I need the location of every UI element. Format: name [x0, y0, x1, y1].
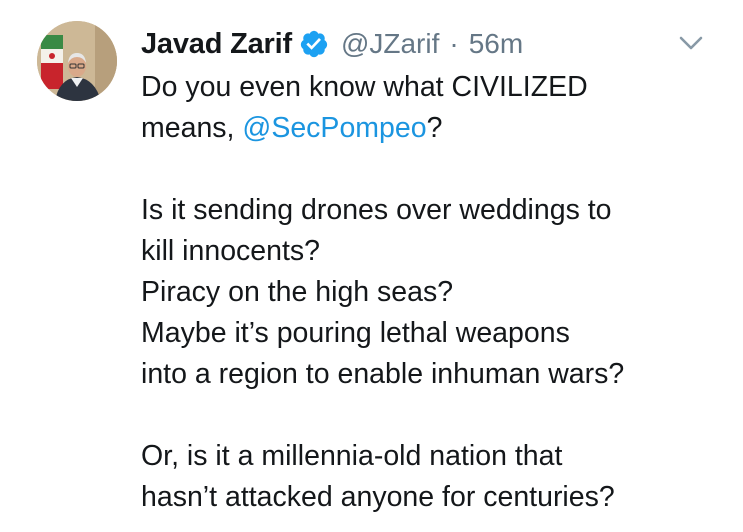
tweet-line: Or, is it a millennia-old nation that: [141, 440, 563, 472]
tweet-line: Maybe it’s pouring lethal weapons: [141, 317, 570, 349]
tweet-line: Piracy on the high seas?: [141, 276, 454, 308]
author-name[interactable]: Javad Zarif: [141, 28, 292, 61]
tweet-line: into a region to enable inhuman wars?: [141, 358, 625, 390]
avatar[interactable]: [37, 21, 117, 101]
tweet-line: means, @SecPompeo?: [141, 108, 731, 149]
tweet-line: hasn’t attacked anyone for centuries?: [141, 481, 615, 513]
tweet-line: kill innocents?: [141, 235, 321, 267]
separator-dot: ·: [449, 28, 459, 59]
tweet[interactable]: Javad Zarif @JZarif · 56m Do you even kn…: [0, 0, 743, 532]
tweet-text: Do you even know what CIVILIZED means, @…: [141, 67, 731, 518]
timestamp[interactable]: 56m: [469, 28, 523, 60]
tweet-line: Is it sending drones over weddings to: [141, 194, 612, 226]
tweet-header: Javad Zarif @JZarif · 56m: [141, 24, 523, 64]
tweet-line-prefix: means,: [141, 112, 243, 144]
avatar-image: [37, 21, 117, 101]
mention-link[interactable]: @SecPompeo: [242, 112, 426, 144]
chevron-down-icon[interactable]: [676, 30, 706, 56]
verified-badge-icon: [299, 29, 329, 59]
author-handle[interactable]: @JZarif: [341, 28, 439, 60]
tweet-line: Do you even know what CIVILIZED: [141, 71, 588, 103]
tweet-line-suffix: ?: [426, 112, 443, 144]
